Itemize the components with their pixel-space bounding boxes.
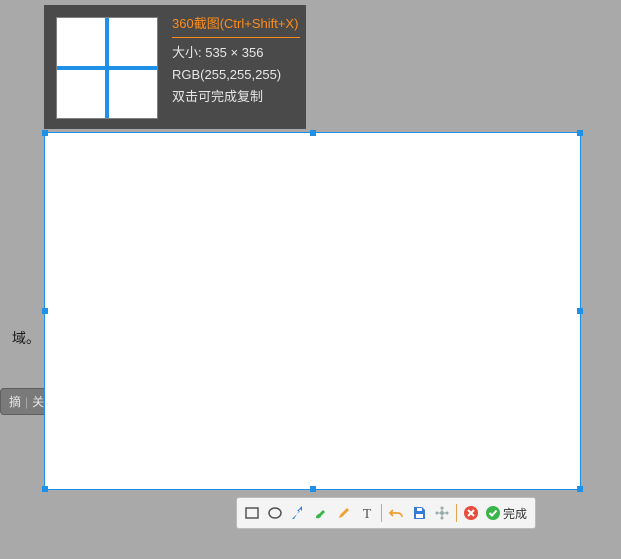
screenshot-toolbar: T bbox=[236, 497, 536, 529]
handle-top-right[interactable] bbox=[577, 130, 583, 136]
rectangle-tool-button[interactable] bbox=[241, 502, 263, 524]
handle-bottom-right[interactable] bbox=[577, 486, 583, 492]
done-label: 完成 bbox=[503, 505, 527, 522]
background-text: 域。 bbox=[0, 328, 40, 348]
undo-button[interactable] bbox=[385, 502, 407, 524]
save-button[interactable] bbox=[408, 502, 430, 524]
handle-bottom-mid[interactable] bbox=[310, 486, 316, 492]
done-button[interactable]: 完成 bbox=[483, 502, 531, 524]
arrow-icon bbox=[290, 505, 306, 521]
brush-tool-button[interactable] bbox=[310, 502, 332, 524]
magnifier-thumbnail bbox=[56, 17, 158, 119]
cancel-icon bbox=[463, 505, 479, 521]
text-icon: T bbox=[359, 505, 375, 521]
pencil-tool-button[interactable] bbox=[333, 502, 355, 524]
share-icon bbox=[434, 505, 450, 521]
bg-button-1[interactable]: 摘 bbox=[9, 393, 21, 410]
brush-icon bbox=[313, 505, 329, 521]
share-button[interactable] bbox=[431, 502, 453, 524]
svg-text:T: T bbox=[363, 507, 372, 521]
ellipse-tool-button[interactable] bbox=[264, 502, 286, 524]
handle-mid-left[interactable] bbox=[42, 308, 48, 314]
check-icon bbox=[485, 505, 501, 521]
handle-top-mid[interactable] bbox=[310, 130, 316, 136]
pencil-icon bbox=[336, 505, 352, 521]
handle-mid-right[interactable] bbox=[577, 308, 583, 314]
selection-area[interactable] bbox=[44, 132, 581, 490]
handle-top-left[interactable] bbox=[42, 130, 48, 136]
undo-icon bbox=[388, 505, 404, 521]
ellipse-icon bbox=[267, 505, 283, 521]
handle-bottom-left[interactable] bbox=[42, 486, 48, 492]
rectangle-icon bbox=[244, 505, 260, 521]
arrow-tool-button[interactable] bbox=[287, 502, 309, 524]
save-icon bbox=[411, 505, 427, 521]
cancel-button[interactable] bbox=[460, 502, 482, 524]
magnifier-title: 360截图(Ctrl+Shift+X) bbox=[172, 13, 300, 38]
magnifier-info: 360截图(Ctrl+Shift+X) 大小: 535 × 356 RGB(25… bbox=[170, 5, 306, 129]
text-tool-button[interactable]: T bbox=[356, 502, 378, 524]
toolbar-divider-2 bbox=[456, 504, 457, 522]
magnifier-tooltip: 360截图(Ctrl+Shift+X) 大小: 535 × 356 RGB(25… bbox=[44, 5, 306, 129]
magnifier-hint: 双击可完成复制 bbox=[172, 86, 300, 108]
toolbar-divider-1 bbox=[381, 504, 382, 522]
magnifier-size: 大小: 535 × 356 bbox=[172, 42, 300, 64]
bg-button-sep: | bbox=[25, 395, 28, 409]
magnifier-rgb: RGB(255,255,255) bbox=[172, 64, 300, 86]
